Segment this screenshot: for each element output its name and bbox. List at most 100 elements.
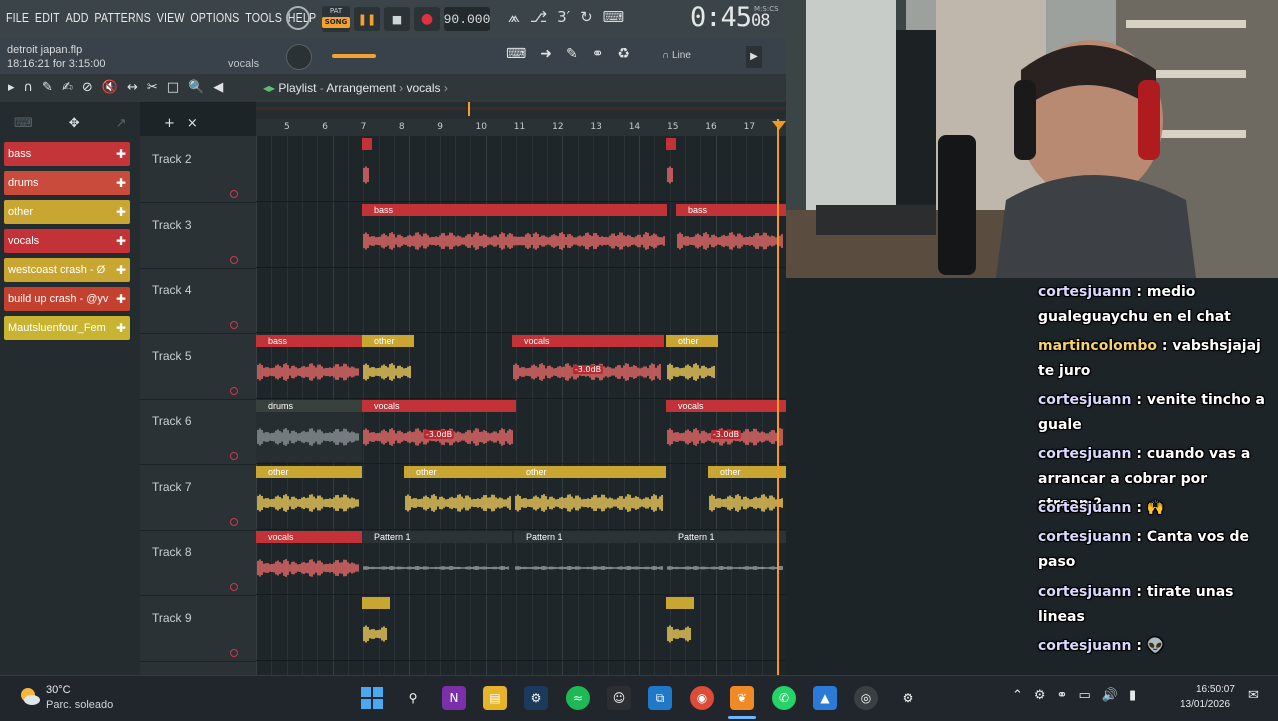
brush-icon[interactable]: ✎ [566,46,578,62]
track-header[interactable]: Track 7 [140,464,256,531]
obs-app[interactable]: ◎ [854,686,878,710]
chat-username[interactable]: cortesjuann [1038,446,1132,462]
battery-icon[interactable]: ▮ [1129,688,1136,703]
picker-item[interactable]: bass ✚ [4,142,130,166]
pattern-clip[interactable]: Pattern 1 [362,531,512,593]
file-explorer-app[interactable]: ▤ [483,686,507,710]
track-lane[interactable] [256,595,786,661]
chat-username[interactable]: cortesjuann [1038,284,1132,300]
track-mute-led[interactable] [230,517,238,526]
keyboard-icon[interactable]: ⌨ [14,116,33,131]
track-lane[interactable] [256,267,786,333]
breadcrumb-section[interactable]: Arrangement [326,81,395,95]
master-pitch-slider[interactable] [332,54,376,58]
chat-username[interactable]: cortesjuann [1038,529,1132,545]
timeline-ruler[interactable]: 5 6 7 8 9 10 11 12 13 14 15 16 17 [256,119,786,136]
menu-tools[interactable]: TOOLS [245,10,282,25]
loop-record-icon[interactable]: ↻ [580,8,593,26]
bass-clip[interactable]: bass [362,203,667,266]
chat-username[interactable]: martincolombo [1038,338,1157,354]
song-pattern-toggle[interactable]: PAT SONG [322,6,350,32]
track-lane[interactable] [256,136,786,202]
picker-item[interactable]: drums ✚ [4,171,130,195]
track-header[interactable]: Track 6 [140,398,256,465]
weather-icon[interactable] [18,686,40,706]
vocals-clip[interactable]: vocals -3.0dB [512,334,664,397]
clock-time[interactable]: 16:50:07 [1196,684,1235,695]
picker-item[interactable]: other ✚ [4,200,130,224]
menu-options[interactable]: OPTIONS [190,10,239,25]
add-track-icon[interactable]: + [164,116,175,131]
mute-tool-icon[interactable]: 🔇 [102,80,118,95]
spotify-app[interactable]: ≈ [566,686,590,710]
track-mute-led[interactable] [230,255,238,264]
pause-button[interactable]: ❚❚ [354,7,380,31]
vocals-clip[interactable]: vocals [256,531,362,593]
zoom-tool-icon[interactable]: 🔍 [188,80,204,95]
tray-app-icon[interactable]: ⚙ [1034,688,1046,703]
notification-icon[interactable]: ✉ [1248,688,1259,703]
start-button[interactable] [360,686,384,710]
menu-edit[interactable]: EDIT [35,10,60,25]
monitor-icon[interactable]: ▭ [1078,688,1090,703]
link-icon[interactable]: ⚭ [592,46,604,62]
magnet-snap-icon[interactable]: ∩ [24,80,34,95]
track-header[interactable]: Track 2 [140,136,256,203]
other-clip[interactable]: other [256,465,362,528]
picker-item[interactable]: vocals ✚ [4,229,130,253]
weather-temperature[interactable]: 30°C [46,684,71,696]
track-mute-led[interactable] [230,321,238,329]
track-mute-led[interactable] [230,386,238,395]
search-button[interactable]: ⚲ [401,686,425,710]
snap-next-button[interactable]: ▶ [746,46,762,68]
step-edit-icon[interactable]: ⌨ [603,8,625,26]
track-header[interactable]: Track 9 [140,595,256,662]
photos-app[interactable]: ▲ [813,686,837,710]
picker-item[interactable]: westcoast crash - Ø ✚ [4,258,130,282]
chevron-up-icon[interactable]: ⌃ [1012,688,1023,703]
tempo-display[interactable]: 90.000 [444,7,490,31]
track-mute-led[interactable] [230,452,238,460]
menu-add[interactable]: ADD [66,10,89,25]
weather-description[interactable]: Parc. soleado [46,699,113,711]
metronome-icon[interactable]: ⩕ [508,8,520,26]
track-header[interactable]: Track 4 [140,267,256,334]
playlist-grid[interactable]: bass bass bass other vocals -3.0dB other drums v… [256,136,786,675]
other-clip[interactable]: other [404,465,514,528]
vocals-clip[interactable]: vocals -3.0dB [362,400,516,462]
discord-app[interactable]: ☺ [607,686,631,710]
track-mute-led[interactable] [230,190,238,198]
menu-file[interactable]: FILE [6,10,29,25]
remove-track-icon[interactable]: × [187,116,198,131]
delete-tool-icon[interactable]: ⊘ [82,80,93,95]
bass-clip[interactable]: bass [676,203,786,266]
vocals-clip[interactable] [666,138,676,200]
master-volume-knob[interactable] [286,44,312,70]
paint-tool-icon[interactable]: ✍ [62,80,73,95]
picker-item[interactable]: Mautsluenfour_Fem ✚ [4,316,130,340]
pattern-clip[interactable]: Pattern 1 [666,531,786,593]
playlist-menu-arrow-icon[interactable]: ▸ [8,80,15,95]
other-clip[interactable]: other [708,465,786,528]
other-clip[interactable]: other [666,334,718,397]
track-mute-led[interactable] [230,648,238,657]
countdown-icon[interactable]: 3′ [557,8,570,26]
vocals-clip[interactable]: vocals -3.0dB [666,400,786,462]
chat-username[interactable]: cortesjuann [1038,584,1132,600]
microphone-icon[interactable]: ⚭ [1057,688,1068,703]
breadcrumb-root[interactable]: Playlist [278,81,316,95]
settings-app[interactable]: ⚙ [896,686,920,710]
track-header[interactable]: Track 3 [140,202,256,269]
stop-button[interactable]: ■ [384,7,410,31]
draw-tool-icon[interactable]: ✎ [42,80,53,95]
track-header[interactable]: Track 5 [140,333,256,400]
other-clip[interactable]: other [362,334,414,397]
pattern-clip[interactable]: Pattern 1 [514,531,666,593]
volume-icon[interactable]: 🔊 [1102,688,1118,703]
steam-app[interactable]: ⚙ [524,686,548,710]
breadcrumb-current[interactable]: vocals [406,81,440,95]
drums-clip[interactable]: drums [256,400,362,462]
chrome-app[interactable]: ◉ [690,686,714,710]
menu-patterns[interactable]: PATTERNS [94,10,151,25]
playback-tool-icon[interactable]: ◀ [213,80,223,95]
